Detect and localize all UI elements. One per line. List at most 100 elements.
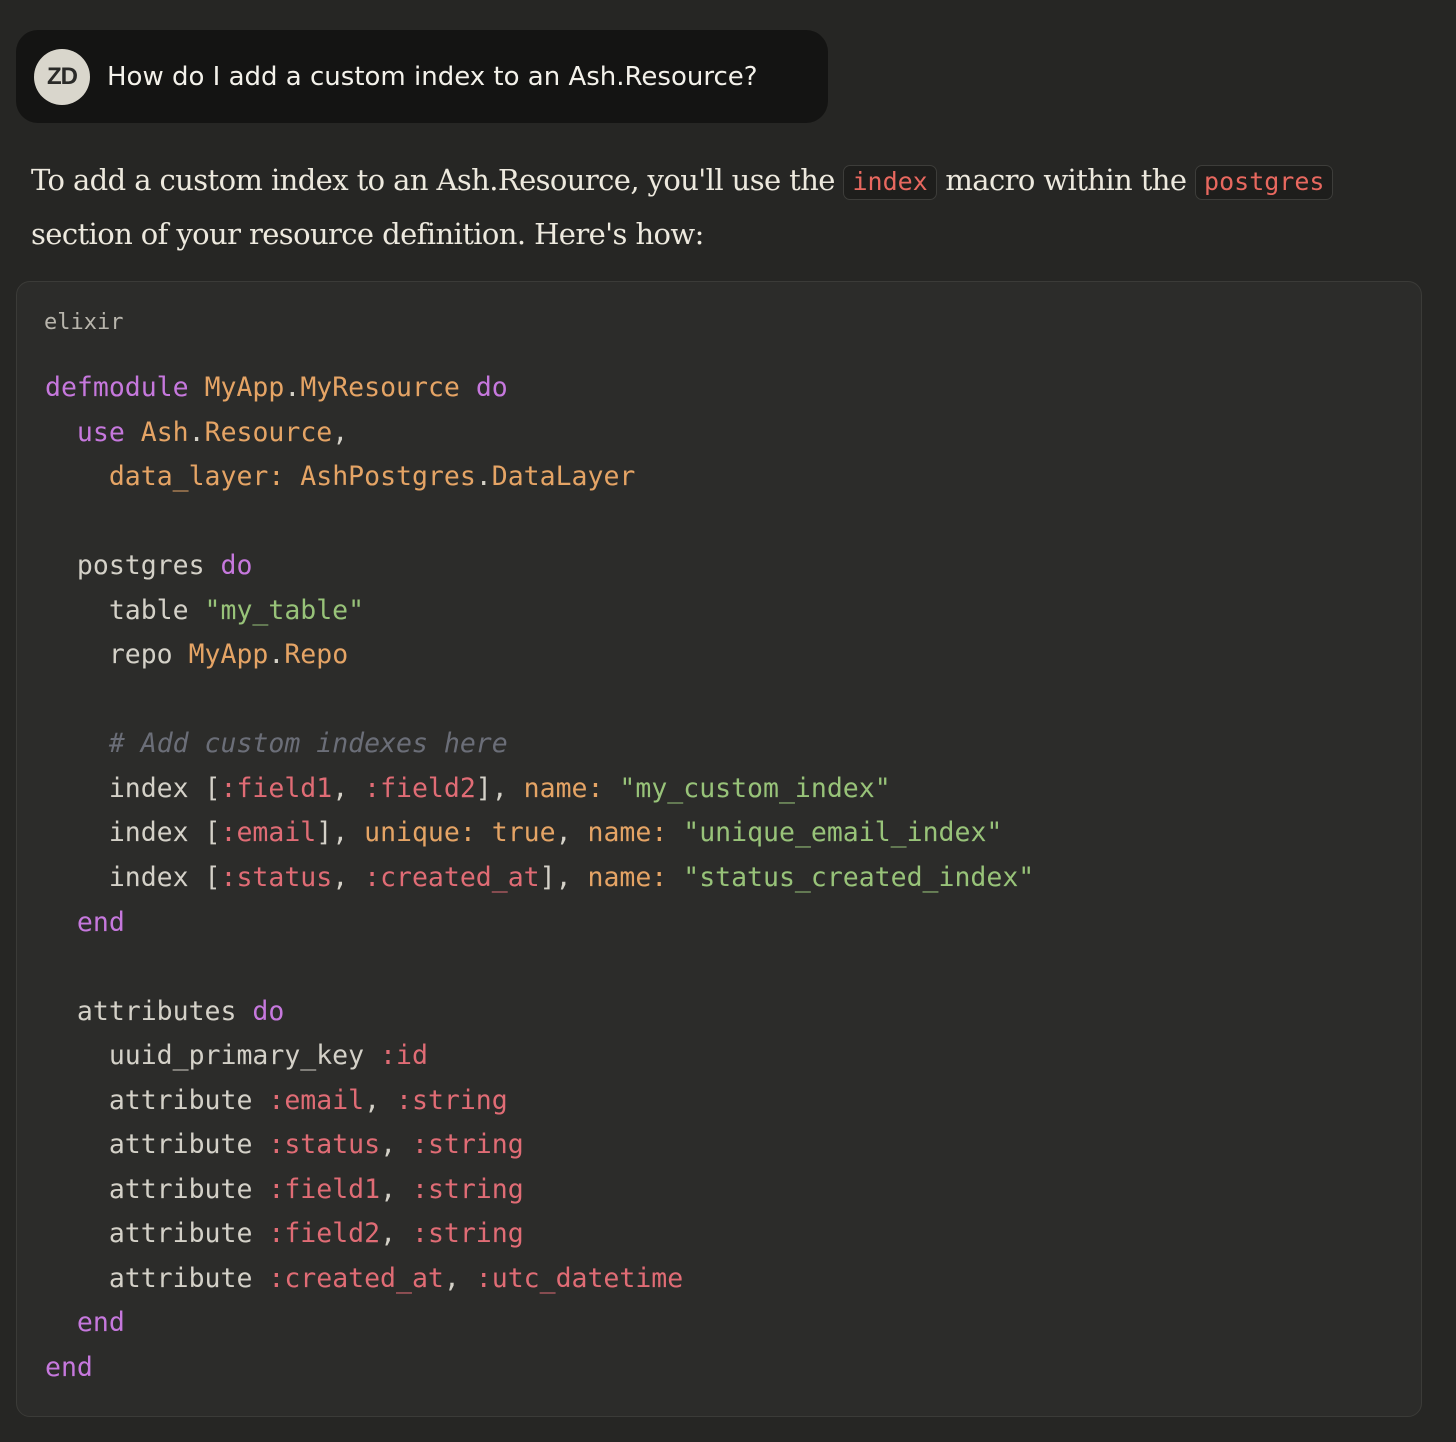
code-token: . <box>475 461 492 493</box>
code-block[interactable]: elixir defmodule MyApp. MyResource do use… <box>16 281 1422 1417</box>
code-token: :id <box>380 1040 428 1072</box>
code-token: , <box>555 817 588 849</box>
code-token: "unique_email_index" <box>683 817 1003 849</box>
code-token: , <box>332 416 349 448</box>
code-token: ], <box>475 772 524 804</box>
code-line: end <box>45 1301 1034 1346</box>
code-token: data_layer: <box>108 461 285 493</box>
code-token: :field2 <box>364 772 476 804</box>
code-token: :string <box>396 1084 508 1116</box>
code-token: attributes <box>45 995 253 1027</box>
code-token: :status <box>268 1129 381 1161</box>
code-token: postgres <box>45 550 221 582</box>
code-token: table <box>45 594 205 626</box>
code-token: name: <box>523 772 604 804</box>
code-token: :string <box>411 1218 524 1250</box>
code-language-label: elixir <box>44 310 124 335</box>
code-token: use <box>76 416 125 448</box>
code-token: attribute <box>45 1129 269 1161</box>
code-token: true <box>491 817 556 849</box>
code-token: MyApp <box>204 372 285 403</box>
response-text: To add a custom index to an Ash.Resource… <box>31 163 844 197</box>
code-token: :email <box>220 817 317 849</box>
code-token: index [ <box>45 772 221 804</box>
code-token: Repo <box>284 639 349 671</box>
code-line: attribute :field2, :string <box>45 1212 1034 1257</box>
code-line: # Add custom indexes here <box>45 722 1034 767</box>
code-line: index [:email], unique: true, name: "uni… <box>45 811 1034 856</box>
code-token: end <box>76 906 125 938</box>
code-token: attribute <box>45 1084 269 1116</box>
code-token: index [ <box>45 862 221 894</box>
code-token: attribute <box>45 1173 269 1205</box>
code-token: , <box>443 1262 476 1294</box>
code-token: , <box>380 1129 412 1161</box>
code-line: repo MyApp.Repo <box>45 633 1034 678</box>
code-token: do <box>220 550 253 582</box>
code-line: data_layer: AshPostgres.DataLayer <box>45 455 1034 500</box>
code-token: :created_at <box>268 1262 444 1294</box>
code-token: name: <box>587 817 668 849</box>
code-token: MyResource <box>300 372 460 403</box>
code-token: MyApp <box>188 639 269 671</box>
code-line: attribute :field1, :string <box>45 1168 1034 1213</box>
code-token: ], <box>539 862 588 894</box>
code-line: attribute :email, :string <box>45 1079 1034 1124</box>
code-token: do <box>475 372 508 403</box>
code-token: # Add custom indexes here <box>108 728 508 760</box>
code-token: "status_created_index" <box>683 862 1035 894</box>
response-paragraph: To add a custom index to an Ash.Resource… <box>31 154 1431 261</box>
code-token: :field1 <box>220 772 333 804</box>
code-line: table "my_table" <box>45 589 1034 634</box>
code-token: :status <box>220 862 333 894</box>
code-token: repo <box>45 639 189 671</box>
code-token: Ash <box>140 416 189 448</box>
code-token: end <box>45 1352 93 1384</box>
code-token: attribute <box>45 1262 269 1294</box>
code-token: attribute <box>45 1218 269 1250</box>
code-line: index [:field1, :field2], name: "my_cust… <box>45 767 1034 812</box>
code-line: use Ash.Resource, <box>45 411 1034 456</box>
code-token: do <box>252 995 285 1027</box>
code-token: :utc_datetime <box>475 1262 684 1294</box>
code-token: "my_table" <box>204 594 365 626</box>
code-line: attribute :status, :string <box>45 1123 1034 1168</box>
inline-code-index: index <box>843 165 937 200</box>
code-token: :string <box>411 1129 524 1161</box>
code-token: , <box>364 1084 397 1116</box>
code-token: , <box>332 862 365 894</box>
code-line: attributes do <box>45 990 1034 1035</box>
code-line: end <box>45 1346 1034 1391</box>
code-token: name: <box>587 862 668 894</box>
code-token: :field2 <box>268 1218 381 1250</box>
code-token: :created_at <box>364 862 540 894</box>
code-line: postgres do <box>45 544 1034 589</box>
code-token: :string <box>411 1173 524 1205</box>
code-content[interactable]: defmodule MyApp. MyResource do use Ash.Re… <box>45 366 1034 1391</box>
code-token: , <box>380 1218 412 1250</box>
code-line: uuid_primary_key :id <box>45 1034 1034 1079</box>
code-token: Resource <box>204 416 333 448</box>
code-line: attribute :created_at, :utc_datetime <box>45 1257 1034 1302</box>
response-text: macro within the <box>936 163 1196 197</box>
user-message-bubble: ZD How do I add a custom index to an Ash… <box>16 30 828 123</box>
user-avatar[interactable]: ZD <box>34 48 90 105</box>
code-token: AshPostgres <box>300 461 476 493</box>
code-token: "my_custom_index" <box>619 772 891 804</box>
code-token: end <box>76 1307 125 1339</box>
code-token: defmodule <box>45 372 189 403</box>
